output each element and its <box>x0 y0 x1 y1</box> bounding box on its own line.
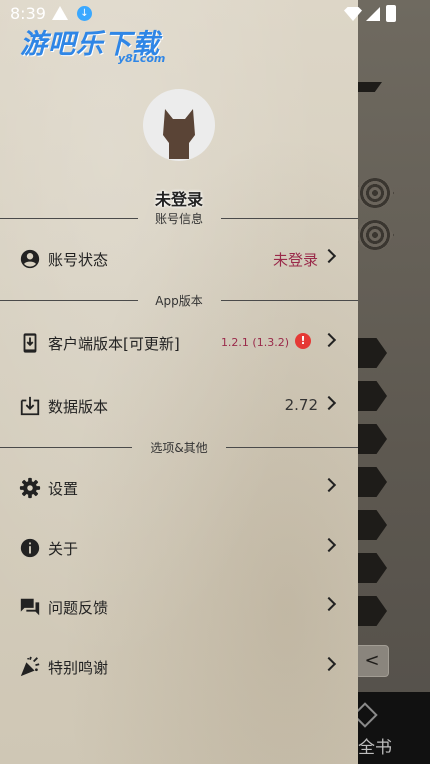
gear-icon <box>19 477 41 499</box>
signal-icon <box>366 7 380 21</box>
chevron-right-icon <box>321 248 337 264</box>
account-status-value: 未登录 <box>272 251 318 269</box>
status-time: 8:39 <box>10 4 46 23</box>
chevron-right-icon <box>321 477 337 493</box>
menu-item-label: 账号状态 <box>48 251 109 269</box>
menu-item-label: 数据版本 <box>48 398 109 416</box>
battery-icon <box>386 5 396 22</box>
background-back-button[interactable]: < <box>355 645 389 677</box>
background-list-arrow[interactable] <box>357 338 387 368</box>
menu-item-label: 特别鸣谢 <box>48 659 109 677</box>
menu-item-data-version[interactable]: 数据版本 2.72 <box>0 380 358 432</box>
client-version-value: 1.2.1 (1.3.2) <box>220 336 289 349</box>
background-list-arrow[interactable] <box>357 596 387 626</box>
avatar[interactable] <box>143 89 215 161</box>
wifi-icon <box>344 7 362 21</box>
section-header-app: App版本 <box>0 292 358 308</box>
section-header-other: 选项&其他 <box>0 439 358 455</box>
username-label: 未登录 <box>154 190 203 209</box>
menu-item-about[interactable]: 关于 <box>0 522 358 574</box>
download-icon: ↓ <box>77 6 92 21</box>
menu-item-special-thanks[interactable]: 特别鸣谢 <box>0 641 358 693</box>
party-popper-icon <box>20 656 40 677</box>
update-alert-icon: ! <box>295 333 311 349</box>
background-list-arrow[interactable] <box>357 381 387 411</box>
chevron-right-icon <box>321 537 337 553</box>
background-bottom-tab-label[interactable]: 全书 <box>358 733 392 758</box>
info-icon <box>20 538 40 558</box>
menu-item-label: 问题反馈 <box>48 599 109 617</box>
data-version-value: 2.72 <box>284 396 318 414</box>
menu-item-settings[interactable]: 设置 <box>0 462 358 514</box>
background-list-arrow[interactable] <box>357 510 387 540</box>
status-bar: 8:39 ↓ <box>0 0 430 28</box>
cat-avatar-icon <box>163 109 195 159</box>
menu-item-label: 关于 <box>48 540 79 558</box>
menu-item-client-version[interactable]: 客户端版本[可更新] 1.2.1 (1.3.2) ! <box>0 317 358 369</box>
background-decor-shape <box>356 178 394 208</box>
account-circle-icon <box>20 249 40 269</box>
chat-bubbles-icon <box>20 598 40 616</box>
watermark-sub-text: y8Lcom <box>118 52 166 65</box>
menu-item-account-status[interactable]: 账号状态 未登录 <box>0 233 358 285</box>
menu-item-feedback[interactable]: 问题反馈 <box>0 581 358 633</box>
chevron-right-icon <box>321 332 337 348</box>
background-list-arrow[interactable] <box>357 553 387 583</box>
background-list-arrow[interactable] <box>357 424 387 454</box>
menu-item-label: 设置 <box>48 480 79 498</box>
chevron-right-icon <box>321 596 337 612</box>
navigation-drawer: 未登录 账号信息 账号状态 未登录 App版本 客户端版本[可更新] 1.2.1… <box>0 0 358 764</box>
menu-item-label: 客户端版本[可更新] <box>48 335 180 353</box>
section-header-account: 账号信息 <box>0 210 358 226</box>
phone-download-icon <box>23 333 37 353</box>
download-box-icon <box>20 396 40 416</box>
background-list-arrow[interactable] <box>357 467 387 497</box>
background-decor-shape <box>356 220 394 250</box>
chevron-right-icon <box>321 395 337 411</box>
warning-icon <box>52 6 68 20</box>
background-tab-shape <box>358 82 382 92</box>
chevron-right-icon <box>321 656 337 672</box>
